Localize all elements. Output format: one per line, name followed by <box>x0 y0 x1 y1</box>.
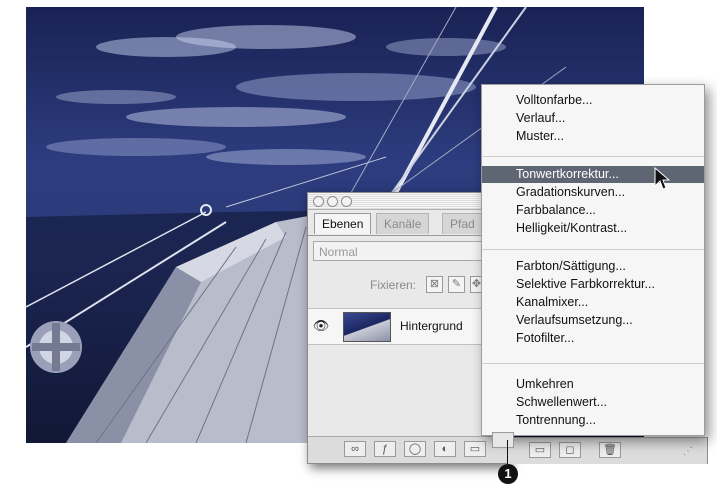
tab-ebenen[interactable]: Ebenen <box>314 213 372 234</box>
menu-item-helligkeit-kontrast[interactable]: Helligkeit/Kontrast... <box>482 220 704 237</box>
new-layer-icon[interactable]: ◻ <box>559 442 581 458</box>
callout-marker: 1 <box>498 464 518 484</box>
adjustment-layer-button-callout[interactable] <box>492 432 514 448</box>
panel-titlebar[interactable] <box>308 193 508 210</box>
panel-tabs: Ebenen Kanäle Pfad <box>314 213 508 235</box>
menu-item-muster[interactable]: Muster... <box>482 128 704 145</box>
folder-icon[interactable]: ▭ <box>464 441 486 457</box>
layer-style-icon[interactable]: ƒ <box>374 441 396 457</box>
menu-item-fotofilter[interactable]: Fotofilter... <box>482 330 704 347</box>
menu-item-tontrennung[interactable]: Tontrennung... <box>482 412 704 429</box>
menu-item-farbton-saettigung[interactable]: Farbton/Sättigung... <box>482 258 704 275</box>
menu-separator <box>482 249 704 250</box>
resize-grip-icon[interactable]: ⋰ <box>683 446 693 457</box>
layer-row[interactable]: 👁 Hintergrund <box>308 308 508 345</box>
eye-icon[interactable]: 👁 <box>312 317 330 335</box>
layer-thumbnail <box>343 312 391 342</box>
menu-item-umkehren[interactable]: Umkehren <box>482 376 704 393</box>
layers-panel: Ebenen Kanäle Pfad Normal Fixieren: ⊠ ✎ … <box>307 192 509 464</box>
adjustment-layer-menu: Volltonfarbe... Verlauf... Muster... Ton… <box>481 84 705 436</box>
panel-bottom-bar: ∞ ƒ ◯ ◐ ▭ <box>308 436 508 463</box>
menu-item-tonwertkorrektur[interactable]: Tonwertkorrektur... <box>482 166 704 183</box>
lock-transparent-icon[interactable]: ⊠ <box>426 276 443 293</box>
layer-name[interactable]: Hintergrund <box>400 319 463 333</box>
lock-row: Fixieren: ⊠ ✎ ✥ <box>308 275 508 297</box>
menu-separator <box>482 363 704 364</box>
menu-item-farbbalance[interactable]: Farbbalance... <box>482 202 704 219</box>
menu-item-verlaufsumsetzung[interactable]: Verlaufsumsetzung... <box>482 312 704 329</box>
menu-item-verlauf[interactable]: Verlauf... <box>482 110 704 127</box>
menu-item-schwellenwert[interactable]: Schwellenwert... <box>482 394 704 411</box>
callout-line <box>507 440 508 464</box>
menu-item-kanalmixer[interactable]: Kanalmixer... <box>482 294 704 311</box>
mask-icon[interactable]: ◯ <box>404 441 426 457</box>
menu-item-selektive-farbkorrektur[interactable]: Selektive Farbkorrektur... <box>482 276 704 293</box>
blend-mode-select[interactable]: Normal <box>313 241 503 261</box>
menu-item-gradationskurven[interactable]: Gradationskurven... <box>482 184 704 201</box>
minimize-window-icon[interactable] <box>327 196 338 207</box>
pointer-cursor-icon <box>654 167 670 190</box>
zoom-window-icon[interactable] <box>341 196 352 207</box>
panel-bottom-bar-right: ▭ ◻ 🗑 ⋰ <box>507 437 708 464</box>
lock-label: Fixieren: <box>370 278 417 292</box>
trash-icon[interactable]: 🗑 <box>599 442 621 458</box>
lock-paint-icon[interactable]: ✎ <box>448 276 465 293</box>
tab-kanaele[interactable]: Kanäle <box>376 213 430 234</box>
adjustment-layer-icon[interactable]: ◐ <box>434 441 456 457</box>
close-window-icon[interactable] <box>313 196 324 207</box>
menu-item-volltonfarbe[interactable]: Volltonfarbe... <box>482 92 704 109</box>
new-group-icon[interactable]: ▭ <box>529 442 551 458</box>
link-icon[interactable]: ∞ <box>344 441 366 457</box>
menu-separator <box>482 156 704 157</box>
